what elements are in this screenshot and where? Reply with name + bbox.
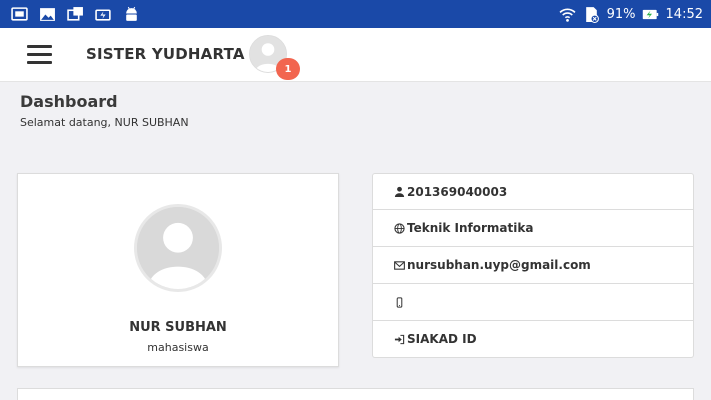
content-card (17, 388, 694, 400)
profile-info-list: 201369040003 Teknik Informatika nursubha… (372, 173, 694, 358)
info-text: 201369040003 (407, 184, 508, 199)
profile-avatar (134, 204, 222, 292)
mobile-icon (393, 296, 406, 309)
status-bar: 91% 14:52 (0, 0, 711, 28)
screen-mirror-icon (10, 5, 28, 23)
top-navbar: SISTER YUDHARTA 1 (0, 28, 711, 82)
info-phone (372, 284, 694, 321)
battery-saver-icon (94, 5, 112, 23)
sign-in-icon (393, 333, 406, 346)
info-email: nursubhan.uyp@gmail.com (372, 247, 694, 284)
battery-percent: 91% (606, 6, 636, 22)
info-student-id: 201369040003 (372, 173, 694, 210)
image-icon (38, 5, 56, 23)
sim-no-icon (583, 5, 601, 23)
globe-icon (393, 222, 406, 235)
notification-badge[interactable]: 1 (276, 58, 300, 80)
android-icon (122, 5, 140, 23)
welcome-text: Selamat datang, NUR SUBHAN (20, 116, 189, 129)
info-siakad-link[interactable]: SIAKAD ID (372, 321, 694, 358)
cast-icon (66, 5, 84, 23)
info-text: Teknik Informatika (407, 221, 534, 235)
envelope-icon (393, 259, 406, 272)
profile-role: mahasiswa (147, 341, 209, 354)
brand-title[interactable]: SISTER YUDHARTA (86, 45, 245, 63)
battery-charging-icon (642, 5, 660, 23)
page-title: Dashboard (20, 92, 118, 111)
info-department: Teknik Informatika (372, 210, 694, 247)
profile-name: NUR SUBHAN (129, 320, 227, 335)
menu-icon[interactable] (27, 45, 52, 65)
info-text[interactable]: SIAKAD ID (407, 332, 477, 346)
user-icon (393, 185, 406, 198)
profile-card: NUR SUBHAN mahasiswa (17, 173, 339, 367)
info-text: nursubhan.uyp@gmail.com (407, 258, 591, 272)
clock: 14:52 (665, 6, 703, 22)
wifi-icon (559, 5, 577, 23)
